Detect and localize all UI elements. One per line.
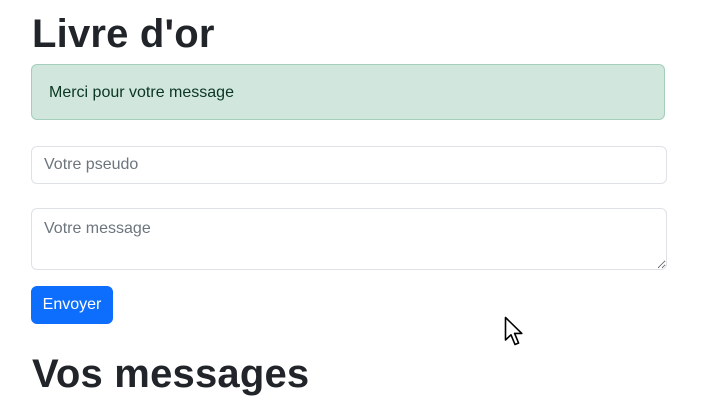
mouse-pointer-icon bbox=[504, 316, 523, 346]
success-alert: Merci pour votre message bbox=[31, 64, 665, 120]
message-textarea[interactable] bbox=[31, 208, 667, 270]
page-title: Livre d'or bbox=[32, 12, 215, 56]
send-button[interactable]: Envoyer bbox=[31, 286, 113, 324]
messages-section-title: Vos messages bbox=[32, 352, 310, 396]
pseudo-input[interactable] bbox=[31, 146, 667, 184]
